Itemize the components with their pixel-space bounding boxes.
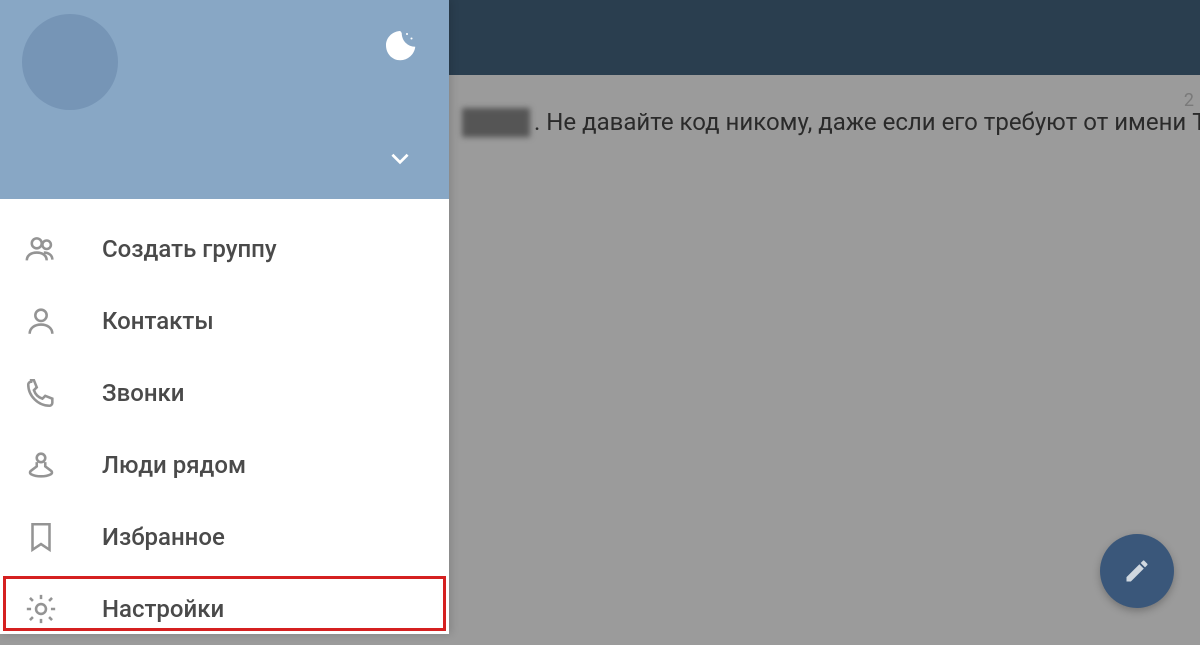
avatar[interactable]	[22, 14, 118, 110]
sidebar-item-saved-messages[interactable]: Избранное	[0, 501, 449, 573]
nearby-icon	[24, 448, 58, 482]
gear-icon	[24, 592, 58, 626]
menu-label: Создать группу	[102, 235, 277, 263]
menu-label: Звонки	[102, 379, 185, 407]
sidebar-item-calls[interactable]: Звонки	[0, 357, 449, 429]
sidebar-menu: Создать группу Контакты Звонки Люди рядо…	[0, 199, 449, 645]
menu-label: Избранное	[102, 523, 225, 551]
night-mode-toggle[interactable]	[383, 28, 419, 68]
person-icon	[24, 304, 58, 338]
message-text: ████. Не давайте код никому, даже если е…	[462, 108, 1200, 137]
moon-icon	[383, 28, 419, 64]
sidebar-drawer: Создать группу Контакты Звонки Люди рядо…	[0, 0, 449, 634]
compose-fab[interactable]	[1100, 534, 1174, 608]
menu-label: Контакты	[102, 307, 214, 335]
sidebar-item-create-group[interactable]: Создать группу	[0, 213, 449, 285]
menu-label: Люди рядом	[102, 451, 246, 479]
sidebar-item-people-nearby[interactable]: Люди рядом	[0, 429, 449, 501]
menu-label: Настройки	[102, 595, 224, 623]
phone-icon	[24, 376, 58, 410]
account-expand-toggle[interactable]	[387, 145, 413, 175]
bookmark-icon	[24, 520, 58, 554]
group-icon	[24, 232, 58, 266]
pencil-icon	[1123, 557, 1151, 585]
chevron-down-icon	[387, 145, 413, 171]
sidebar-header	[0, 0, 449, 199]
blurred-code: ████	[462, 108, 530, 137]
sidebar-item-contacts[interactable]: Контакты	[0, 285, 449, 357]
sidebar-item-settings[interactable]: Настройки	[0, 573, 449, 645]
